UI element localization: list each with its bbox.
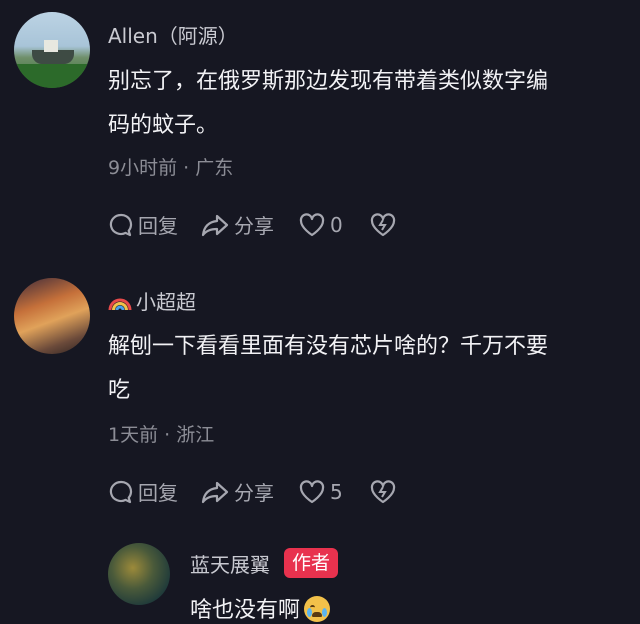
- share-arrow-icon: [201, 214, 229, 236]
- heart-icon: [299, 479, 325, 503]
- comment-actions: 回复 分享 0: [108, 210, 397, 239]
- comment-username[interactable]: 小超超: [108, 286, 196, 315]
- reply-text-content: 啥也没有啊: [190, 598, 301, 623]
- like-button[interactable]: 5: [298, 479, 343, 505]
- avatar[interactable]: [14, 278, 90, 354]
- comment-text-line: 码的蚊子。: [108, 113, 219, 138]
- share-button[interactable]: 分享: [200, 210, 274, 239]
- rainbow-icon: [108, 298, 132, 311]
- dislike-button[interactable]: [369, 479, 397, 505]
- comment-actions: 回复 分享 5: [108, 477, 397, 506]
- share-button[interactable]: 分享: [200, 477, 274, 506]
- comment-text: 解刨一下看看里面有没有芯片啥的？千万不要 吃: [108, 325, 548, 413]
- like-count: 5: [330, 479, 343, 504]
- username-text: 小超超: [136, 290, 196, 314]
- comment-text-line: 解刨一下看看里面有没有芯片啥的？千万不要: [108, 334, 549, 359]
- crying-emoji-icon: [304, 596, 331, 622]
- comment-meta: 1天前 · 浙江: [108, 424, 215, 446]
- share-label: 分享: [234, 481, 274, 505]
- like-count: 0: [330, 212, 343, 237]
- avatar[interactable]: [108, 543, 170, 605]
- share-label: 分享: [234, 214, 274, 238]
- share-arrow-icon: [201, 481, 229, 503]
- heart-icon: [299, 212, 325, 236]
- reply-text: 啥也没有啊: [190, 592, 331, 624]
- avatar[interactable]: [14, 12, 90, 88]
- comment-text: 别忘了，在俄罗斯那边发现有带着类似数字编 码的蚊子。: [108, 60, 548, 148]
- reply-username[interactable]: 蓝天展翼: [190, 549, 270, 578]
- author-badge: 作者: [284, 548, 339, 578]
- reply-button[interactable]: 回复: [108, 477, 178, 506]
- comment-username[interactable]: Allen（阿源）: [108, 20, 238, 49]
- comment-meta: 9小时前 · 广东: [108, 157, 234, 179]
- comment-bubble-icon: [109, 213, 133, 236]
- comment-text-line: 别忘了，在俄罗斯那边发现有带着类似数字编: [108, 69, 549, 94]
- comment-bubble-icon: [109, 480, 133, 503]
- comment-text-line: 吃: [108, 378, 131, 403]
- broken-heart-icon: [370, 212, 395, 236]
- reply-header: 蓝天展翼 作者: [190, 548, 339, 578]
- like-button[interactable]: 0: [298, 212, 343, 238]
- reply-label: 回复: [138, 214, 178, 238]
- dislike-button[interactable]: [369, 212, 397, 238]
- broken-heart-icon: [370, 479, 395, 503]
- reply-button[interactable]: 回复: [108, 210, 178, 239]
- reply-label: 回复: [138, 481, 178, 505]
